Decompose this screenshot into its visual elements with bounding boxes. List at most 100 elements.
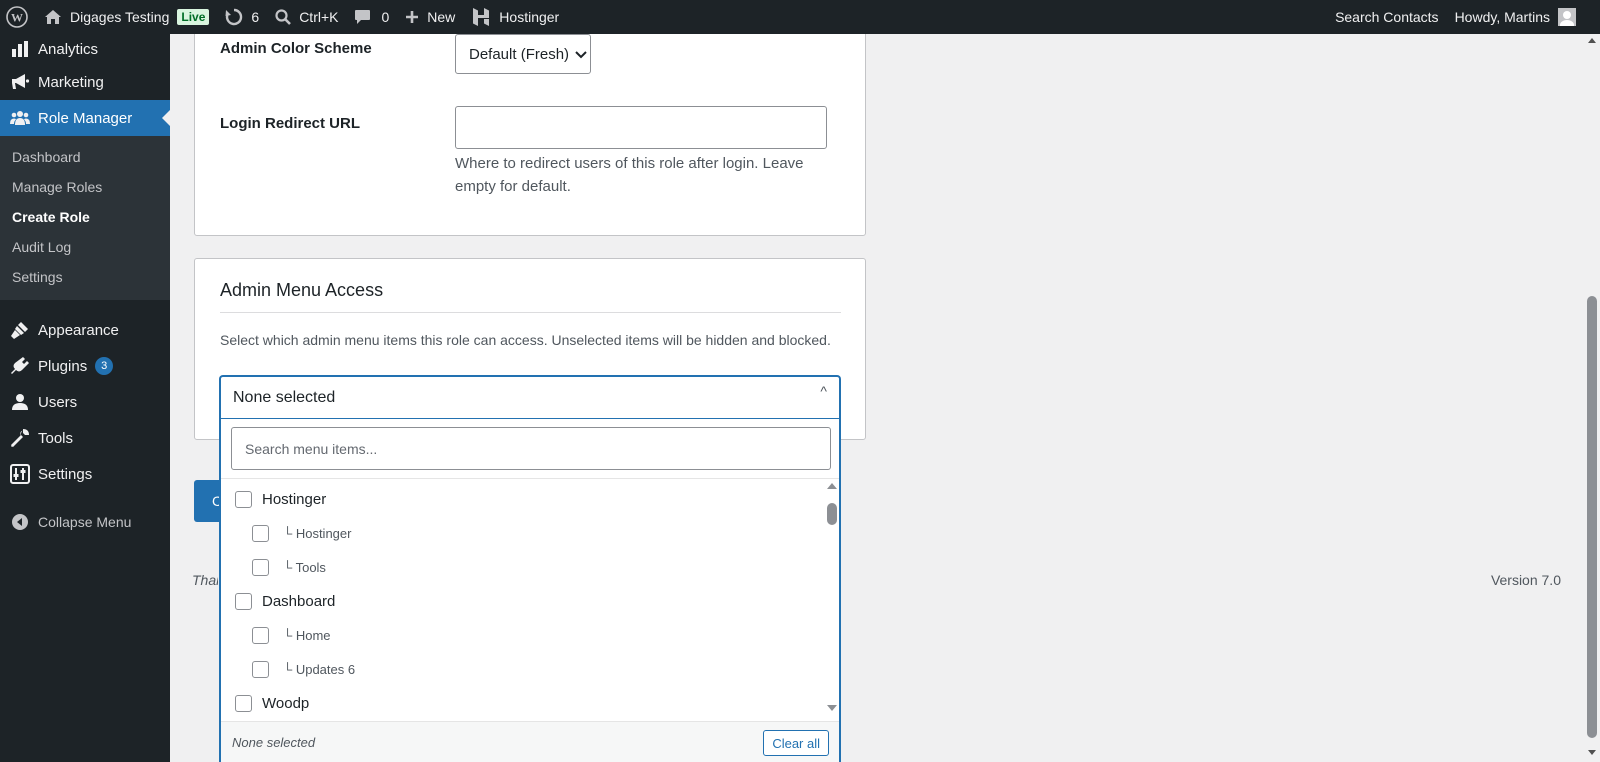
avatar xyxy=(1558,8,1576,26)
checkbox[interactable] xyxy=(252,525,269,542)
checkbox[interactable] xyxy=(252,559,269,576)
menu-item-appearance[interactable]: Appearance xyxy=(0,312,170,348)
groups-icon xyxy=(10,108,30,128)
menu-item-label: Appearance xyxy=(38,321,119,339)
menu-access-multiselect[interactable]: None selected ^ xyxy=(220,376,840,419)
search-contacts-link[interactable]: Search Contacts xyxy=(1327,0,1447,34)
search-icon xyxy=(275,9,292,25)
scroll-down-arrow-icon[interactable] xyxy=(827,705,837,711)
menu-search-input[interactable]: Search menu items... xyxy=(231,427,831,470)
checkbox[interactable] xyxy=(235,593,252,610)
menu-item-label: Analytics xyxy=(38,40,99,58)
updates-link[interactable]: 6 xyxy=(217,0,267,34)
menu-item-label: Role Manager xyxy=(38,109,133,127)
option-dashboard-updates[interactable]: └ Updates 6 xyxy=(252,661,355,678)
clear-all-button[interactable]: Clear all xyxy=(763,730,829,756)
checkbox[interactable] xyxy=(252,627,269,644)
svg-text:W: W xyxy=(11,11,23,25)
live-badge: Live xyxy=(177,9,210,25)
command-search[interactable]: Ctrl+K xyxy=(267,0,346,34)
settings-icon xyxy=(10,464,30,484)
option-label: └ Hostinger xyxy=(283,526,352,541)
site-name: Digages Testing xyxy=(70,9,170,25)
option-hostinger-hostinger[interactable]: └ Hostinger xyxy=(252,525,351,542)
selection-status: None selected xyxy=(232,734,316,750)
submenu-create-role[interactable]: Create Role xyxy=(0,202,170,232)
option-dashboard-home[interactable]: └ Home xyxy=(252,627,331,644)
color-scheme-value: Default (Fresh) xyxy=(469,45,570,63)
paintbrush-icon xyxy=(10,320,30,340)
my-account-link[interactable]: Howdy, Martins xyxy=(1447,0,1580,34)
chart-bar-icon xyxy=(10,39,30,59)
hostinger-link[interactable]: Hostinger xyxy=(463,0,567,34)
submenu-manage-roles[interactable]: Manage Roles xyxy=(0,172,170,202)
menu-item-users[interactable]: Users xyxy=(0,384,170,420)
user-icon xyxy=(10,392,30,412)
menu-item-label: Tools xyxy=(38,429,74,447)
caret-up-icon: ^ xyxy=(820,383,827,399)
new-content-link[interactable]: New xyxy=(397,0,463,34)
checkbox[interactable] xyxy=(235,491,252,508)
option-label: Dashboard xyxy=(262,593,336,610)
collapse-menu-button[interactable]: Collapse Menu xyxy=(0,504,170,540)
option-woodp[interactable]: Woodp xyxy=(235,695,309,712)
page-scrollbar[interactable] xyxy=(1584,34,1600,762)
scroll-thumb[interactable] xyxy=(827,503,837,525)
checkbox[interactable] xyxy=(235,695,252,712)
plugin-icon xyxy=(10,356,30,376)
menu-item-marketing[interactable]: Marketing xyxy=(0,64,170,100)
wrench-icon xyxy=(10,428,30,448)
option-dashboard[interactable]: Dashboard xyxy=(235,593,335,610)
options-scrollbar[interactable] xyxy=(825,483,839,715)
menu-item-tools[interactable]: Tools xyxy=(0,420,170,456)
megaphone-icon xyxy=(10,72,30,92)
footer-thanks: Than xyxy=(192,572,218,588)
shortcut-label: Ctrl+K xyxy=(299,9,339,25)
option-label: └ Tools xyxy=(283,560,326,575)
menu-item-analytics[interactable]: Analytics xyxy=(0,34,170,64)
scroll-down-arrow-icon[interactable] xyxy=(1588,750,1596,755)
site-name-link[interactable]: Digages Testing Live xyxy=(36,0,217,34)
plugins-count-badge: 3 xyxy=(95,357,114,375)
option-label: Hostinger xyxy=(262,491,327,508)
menu-item-plugins[interactable]: Plugins 3 xyxy=(0,348,170,384)
menu-item-role-manager[interactable]: Role Manager xyxy=(0,100,170,136)
admin-bar: W Digages Testing Live 6 Ctrl+K 0 New Ho… xyxy=(0,0,1600,34)
option-hostinger-tools[interactable]: └ Tools xyxy=(252,559,326,576)
login-redirect-input[interactable] xyxy=(455,106,827,149)
menu-item-label: Users xyxy=(38,393,78,411)
menu-item-label: Settings xyxy=(38,465,93,483)
comment-icon xyxy=(354,9,371,25)
collapse-icon xyxy=(10,512,30,532)
role-manager-submenu: Dashboard Manage Roles Create Role Audit… xyxy=(0,136,170,300)
multiselect-dropdown: Search menu items... Hostinger └ Hosting… xyxy=(220,419,840,762)
checkbox[interactable] xyxy=(252,661,269,678)
section-description: Select which admin menu items this role … xyxy=(220,332,831,348)
section-title: Admin Menu Access xyxy=(220,280,384,300)
wordpress-logo-icon[interactable]: W xyxy=(0,0,36,34)
hostinger-label: Hostinger xyxy=(499,9,560,25)
comments-count: 0 xyxy=(381,9,390,25)
scroll-up-arrow-icon[interactable] xyxy=(1588,38,1596,43)
footer-version: Version 7.0 xyxy=(1490,572,1561,588)
greeting: Howdy, Martins xyxy=(1454,9,1550,25)
hostinger-icon xyxy=(471,7,491,27)
scroll-up-arrow-icon[interactable] xyxy=(827,483,837,489)
login-redirect-label: Login Redirect URL xyxy=(220,115,361,132)
submenu-audit-log[interactable]: Audit Log xyxy=(0,232,170,262)
menu-item-label: Plugins xyxy=(38,357,88,375)
home-icon xyxy=(44,9,62,25)
collapse-label: Collapse Menu xyxy=(38,514,132,530)
submenu-settings[interactable]: Settings xyxy=(0,262,170,292)
menu-item-settings[interactable]: Settings xyxy=(0,456,170,492)
comments-link[interactable]: 0 xyxy=(346,0,397,34)
dropdown-footer: None selected Clear all xyxy=(221,721,839,762)
option-label: └ Updates 6 xyxy=(283,662,356,677)
submenu-dashboard[interactable]: Dashboard xyxy=(0,142,170,172)
option-hostinger[interactable]: Hostinger xyxy=(235,491,326,508)
options-list: Hostinger └ Hostinger └ Tools Dashboard … xyxy=(221,479,821,719)
scroll-thumb[interactable] xyxy=(1587,296,1597,738)
updates-count: 6 xyxy=(251,9,260,25)
color-scheme-select[interactable]: Default (Fresh) xyxy=(455,34,591,74)
section-divider xyxy=(220,312,841,313)
